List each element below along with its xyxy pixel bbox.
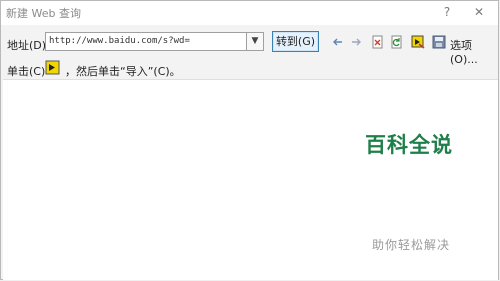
instruction-prefix: 单击(C) [7, 65, 46, 78]
watermark-subtitle: 助你轻松解决 [372, 238, 451, 252]
address-dropdown-button[interactable]: ▼ [247, 32, 264, 51]
stop-icon[interactable] [371, 35, 385, 49]
back-arrow-icon[interactable] [331, 35, 345, 49]
help-button[interactable]: ? [438, 4, 456, 20]
close-button[interactable]: ✕ [470, 4, 488, 20]
refresh-icon[interactable] [390, 35, 404, 49]
title-bar: 新建 Web 查询 ? ✕ [1, 1, 498, 25]
window-title: 新建 Web 查询 [6, 7, 81, 20]
address-input[interactable]: http://www.baidu.com/s?wd= [45, 32, 247, 51]
go-button[interactable]: 转到(G) [272, 31, 319, 52]
new-web-query-dialog: 新建 Web 查询 ? ✕ 地址(D): http://www.baidu.co… [0, 0, 499, 280]
watermark-title: 百科全说 [365, 133, 453, 157]
instruction-row: 单击(C) ，然后单击“导入”(C)。 [1, 59, 498, 79]
instruction-suffix: ，然后单击“导入”(C)。 [65, 65, 181, 78]
chevron-down-icon: ▼ [251, 36, 259, 46]
address-label: 地址(D): [7, 39, 50, 52]
save-query-icon[interactable] [432, 35, 446, 49]
forward-arrow-icon[interactable] [349, 35, 363, 49]
show-icons-icon[interactable] [411, 35, 425, 49]
select-arrow-icon [45, 60, 60, 75]
address-toolbar: 地址(D): http://www.baidu.com/s?wd= ▼ 转到(G… [1, 29, 498, 66]
